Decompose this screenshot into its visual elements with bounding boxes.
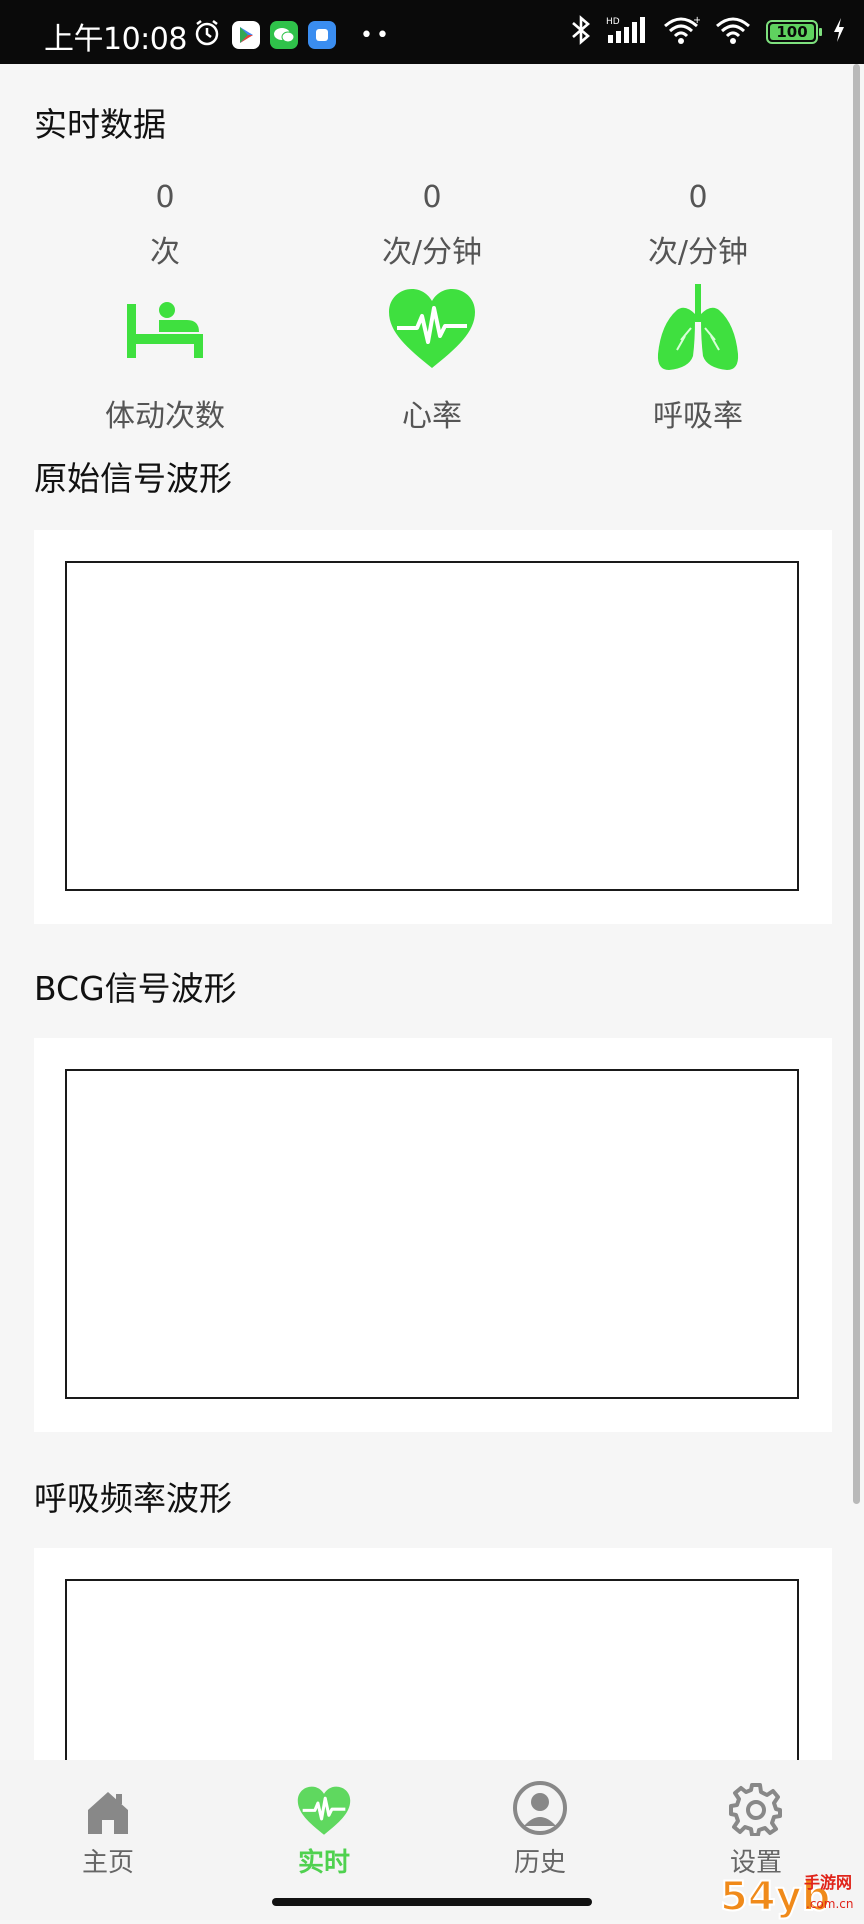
metric-body-movement: 0 次 体动次数: [35, 180, 295, 435]
raw-signal-card: [34, 530, 832, 924]
app-icon: [308, 21, 336, 49]
nav-home[interactable]: 主页: [38, 1774, 178, 1879]
status-bar: 上午10:08 •• HD + 100: [0, 0, 864, 64]
bluetooth-icon: [570, 14, 592, 50]
raw-signal-chart[interactable]: [65, 561, 799, 891]
bcg-signal-title: BCG信号波形: [34, 969, 237, 1008]
nav-label: 历史: [513, 1848, 566, 1878]
metric-respiration-rate: 0 次/分钟 呼吸率: [568, 180, 828, 435]
wifi-icon: +: [662, 15, 701, 49]
raw-signal-title: 原始信号波形: [34, 459, 232, 498]
charging-icon: [832, 17, 846, 47]
metric-heart-rate: 0 次/分钟 心率: [302, 180, 562, 435]
nav-label: 主页: [81, 1848, 134, 1878]
watermark-logo: 54yb 手游网 .com.cn: [719, 1866, 860, 1921]
metric-unit: 次: [150, 235, 180, 270]
bed-person-icon: [35, 281, 295, 377]
respiration-wave-title: 呼吸频率波形: [34, 1479, 232, 1518]
wifi-icon-2: [714, 15, 752, 49]
respiration-wave-chart[interactable]: [65, 1579, 799, 1760]
bcg-signal-card: [34, 1038, 832, 1432]
lungs-icon: [568, 281, 828, 377]
alarm-icon: [192, 18, 222, 52]
heart-pulse-icon: [302, 281, 562, 377]
home-indicator[interactable]: [272, 1898, 592, 1906]
wechat-icon: [270, 21, 298, 49]
bcg-signal-chart[interactable]: [65, 1069, 799, 1399]
scrollbar[interactable]: [853, 64, 860, 1504]
realtime-data-title: 实时数据: [34, 105, 166, 144]
signal-icon: HD: [606, 15, 648, 49]
metric-unit: 次/分钟: [647, 235, 749, 270]
person-icon: [470, 1774, 610, 1836]
metric-label: 心率: [402, 399, 462, 434]
home-icon: [38, 1774, 178, 1836]
nav-label: 实时: [297, 1848, 350, 1878]
status-time: 上午10:08: [44, 22, 187, 57]
respiration-wave-card: [34, 1548, 832, 1760]
svg-text:+: +: [693, 15, 700, 26]
metric-value: 0: [422, 180, 442, 215]
gear-icon: [686, 1774, 826, 1836]
status-app-icons: ••: [192, 18, 392, 52]
metric-value: 0: [155, 180, 175, 215]
battery-level: 100: [770, 23, 814, 41]
metric-unit: 次/分钟: [381, 235, 483, 270]
more-notifications-icon: ••: [360, 22, 392, 48]
nav-settings[interactable]: 设置: [686, 1774, 826, 1879]
heart-pulse-icon: [254, 1774, 394, 1836]
metric-label: 体动次数: [105, 399, 225, 434]
metric-value: 0: [688, 180, 708, 215]
svg-text:HD: HD: [606, 17, 620, 27]
nav-realtime[interactable]: 实时: [254, 1774, 394, 1879]
battery-icon: 100: [766, 20, 822, 44]
nav-history[interactable]: 历史: [470, 1774, 610, 1879]
svg-text:.com.cn: .com.cn: [806, 1897, 853, 1911]
status-right: HD + 100: [570, 14, 846, 50]
metric-label: 呼吸率: [653, 399, 743, 434]
play-store-icon: [232, 21, 260, 49]
svg-text:手游网: 手游网: [804, 1873, 852, 1892]
